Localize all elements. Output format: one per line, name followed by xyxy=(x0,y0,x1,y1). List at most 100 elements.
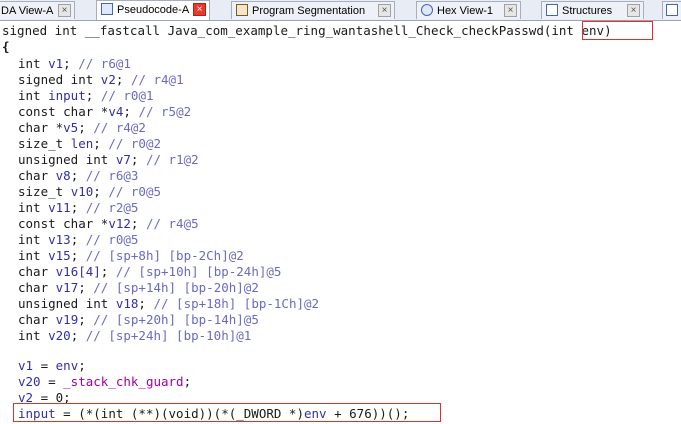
close-icon[interactable]: × xyxy=(58,4,71,17)
decl-comment: // [sp+24h] [bp-10h]@1 xyxy=(85,328,252,343)
decl-separator: ; xyxy=(130,152,146,167)
decl-separator: ; xyxy=(70,328,86,343)
decl-variable[interactable]: v5 xyxy=(63,120,78,135)
statement-highlight-box xyxy=(13,403,441,422)
decl-comment: // r0@1 xyxy=(100,88,154,103)
var-v20[interactable]: v20 xyxy=(18,374,41,389)
op: = xyxy=(33,358,56,373)
decl-type: int xyxy=(18,56,49,71)
tab-pseudocode[interactable]: Pseudocode-A × xyxy=(96,0,210,20)
decl-type: int xyxy=(18,232,49,247)
tab-structures[interactable]: Structures × xyxy=(541,1,644,19)
decl-variable[interactable]: v7 xyxy=(116,152,131,167)
decl-variable[interactable]: v10 xyxy=(71,184,94,199)
decl-separator: ; xyxy=(100,264,116,279)
decl-comment: // r0@5 xyxy=(108,184,162,199)
decl-variable[interactable]: v1 xyxy=(48,56,63,71)
pseudocode-view[interactable]: signed int __fastcall Java_com_example_r… xyxy=(0,21,681,424)
decl-type: signed int xyxy=(18,72,101,87)
decl-variable[interactable]: v20 xyxy=(48,328,71,343)
decl-comment: // r2@5 xyxy=(85,200,139,215)
tab-structures-label: Structures xyxy=(562,5,613,17)
decl-type: char xyxy=(18,264,56,279)
decl-comment: // [sp+10h] [bp-24h]@5 xyxy=(115,264,282,279)
decl-separator: ; xyxy=(85,88,101,103)
decl-comment: // [sp+20h] [bp-14h]@5 xyxy=(93,312,259,327)
decl-variable[interactable]: v19 xyxy=(56,312,79,327)
decl-type: int xyxy=(18,248,49,263)
decl-separator: ; xyxy=(70,248,86,263)
decl-variable[interactable]: v12 xyxy=(108,216,131,231)
decl-variable[interactable]: v16[4] xyxy=(56,264,101,279)
var-env[interactable]: env xyxy=(56,358,79,373)
declaration-line: char v19; // [sp+20h] [bp-14h]@5 xyxy=(18,312,259,328)
decl-comment: // r6@3 xyxy=(85,168,139,183)
pseudocode-icon xyxy=(101,3,113,15)
tab-program-segmentation[interactable]: Program Segmentation × xyxy=(231,1,395,19)
close-icon[interactable]: × xyxy=(193,3,206,16)
tab-ida-view-label: DA View-A xyxy=(1,5,54,17)
close-icon[interactable]: × xyxy=(627,4,640,17)
semicolon: ; xyxy=(183,374,192,389)
var-v1[interactable]: v1 xyxy=(18,358,33,373)
decl-comment: // r1@2 xyxy=(145,152,199,167)
declaration-line: int v20; // [sp+24h] [bp-10h]@1 xyxy=(18,328,251,344)
decl-separator: ; xyxy=(123,104,139,119)
decl-separator: ; xyxy=(78,312,94,327)
close-icon[interactable]: × xyxy=(378,4,391,17)
decl-separator: ; xyxy=(130,216,146,231)
tab-ida-view[interactable]: DA View-A × xyxy=(0,1,75,19)
decl-comment: // r4@2 xyxy=(93,120,146,135)
decl-comment: // r4@5 xyxy=(145,216,199,231)
tab-hex-view[interactable]: Hex View-1 × xyxy=(416,1,521,19)
decl-comment: // [sp+18h] [bp-1Ch]@2 xyxy=(153,296,320,311)
decl-variable[interactable]: v11 xyxy=(48,200,71,215)
declaration-line: const char *v12; // r4@5 xyxy=(18,216,199,232)
tab-pseudocode-label: Pseudocode-A xyxy=(117,4,190,16)
decl-comment: // r0@2 xyxy=(108,136,162,151)
decl-variable[interactable]: input xyxy=(48,88,86,103)
decl-type: size_t xyxy=(18,136,71,151)
decl-variable[interactable]: len xyxy=(71,136,94,151)
decl-variable[interactable]: v15 xyxy=(48,248,71,263)
segments-icon xyxy=(236,4,248,16)
decl-separator: ; xyxy=(70,232,86,247)
decl-separator: ; xyxy=(78,280,94,295)
param-highlight-box xyxy=(582,21,653,40)
decl-separator: ; xyxy=(138,296,154,311)
decl-variable[interactable]: v8 xyxy=(56,168,71,183)
decl-variable[interactable]: v18 xyxy=(116,296,139,311)
declaration-line: int v13; // r0@5 xyxy=(18,232,138,248)
list-icon xyxy=(666,4,678,16)
decl-separator: ; xyxy=(78,120,94,135)
decl-type: unsigned int xyxy=(18,296,116,311)
decl-comment: // [sp+8h] [bp-2Ch]@2 xyxy=(85,248,244,263)
declaration-line: int v15; // [sp+8h] [bp-2Ch]@2 xyxy=(18,248,244,264)
tab-overflow[interactable] xyxy=(662,1,681,19)
decl-variable[interactable]: v13 xyxy=(48,232,71,247)
declaration-line: const char *v4; // r5@2 xyxy=(18,104,191,120)
declaration-line: unsigned int v7; // r1@2 xyxy=(18,152,199,168)
decl-type: char xyxy=(18,280,56,295)
statement-v20: v20 = _stack_chk_guard; xyxy=(18,374,191,390)
function-signature: signed int __fastcall Java_com_example_r… xyxy=(2,23,612,39)
decl-variable[interactable]: v2 xyxy=(101,72,116,87)
decl-variable[interactable]: v17 xyxy=(56,280,79,295)
decl-type: const char * xyxy=(18,216,109,231)
close-icon[interactable]: × xyxy=(504,4,517,17)
declaration-line: char *v5; // r4@2 xyxy=(18,120,146,136)
global-stack-chk-guard[interactable]: _stack_chk_guard xyxy=(63,374,183,389)
decl-comment: // r0@5 xyxy=(85,232,139,247)
signature-text: signed int __fastcall Java_com_example_r… xyxy=(2,23,544,38)
hex-view-icon xyxy=(421,4,433,16)
decl-type: unsigned int xyxy=(18,152,116,167)
op: = xyxy=(40,374,64,389)
decl-separator: ; xyxy=(70,200,86,215)
statement-v1: v1 = env; xyxy=(18,358,86,374)
decl-type: int xyxy=(18,88,49,103)
decl-separator: ; xyxy=(115,72,131,87)
decl-variable[interactable]: v4 xyxy=(108,104,123,119)
declaration-line: unsigned int v18; // [sp+18h] [bp-1Ch]@2 xyxy=(18,296,319,312)
decl-type: char xyxy=(18,312,56,327)
declaration-line: size_t v10; // r0@5 xyxy=(18,184,161,200)
